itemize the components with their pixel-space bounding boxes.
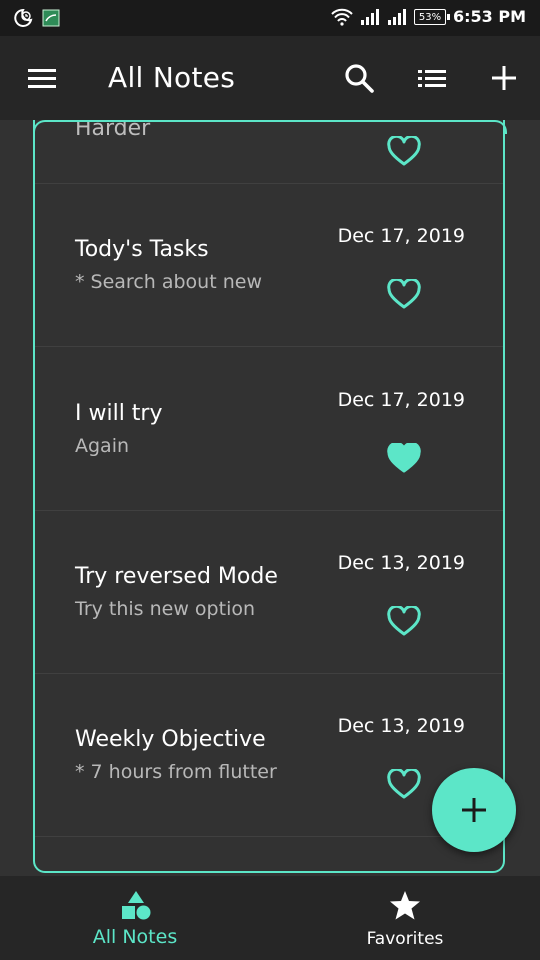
list-view-icon[interactable] [416, 62, 448, 94]
list-item[interactable]: Tody's Tasks * Search about new Dec 17, … [35, 183, 503, 347]
status-left-icons [12, 8, 60, 28]
nav-favorites[interactable]: Favorites [270, 876, 540, 960]
list-item[interactable]: Harder [35, 120, 503, 184]
shapes-icon [122, 891, 151, 920]
note-date: Dec 13, 2019 [337, 552, 465, 574]
battery-indicator: 53% [413, 8, 450, 25]
clock: 6:53 PM [452, 7, 526, 26]
list-item[interactable]: I will try Again Dec 17, 2019 [35, 347, 503, 511]
heart-filled-icon[interactable] [387, 443, 421, 475]
note-date: Dec 17, 2019 [337, 389, 465, 411]
nav-label-favorites: Favorites [366, 929, 444, 949]
note-subtitle: Try this new option [75, 598, 256, 620]
status-right-icons: 53% 6:53 PM [331, 7, 526, 26]
signal-icon [360, 8, 379, 25]
app-bar: All Notes [0, 36, 540, 120]
note-title: Weekly Objective [75, 727, 266, 752]
note-subtitle: Again [75, 435, 130, 457]
status-bar: 53% 6:53 PM [0, 0, 540, 36]
add-icon [462, 798, 486, 822]
nav-all-notes[interactable]: All Notes [0, 876, 270, 960]
star-icon [390, 891, 420, 920]
app-notification-icon [42, 9, 60, 27]
note-title: Harder [75, 120, 151, 141]
bottom-nav: All Notes Favorites [0, 876, 540, 960]
heart-outline-icon[interactable] [387, 769, 421, 801]
note-date: Dec 17, 2019 [337, 225, 465, 247]
list-item[interactable]: Try reversed Mode Try this new option De… [35, 510, 503, 674]
heart-outline-icon[interactable] [387, 136, 421, 168]
note-title: Try reversed Mode [75, 564, 278, 589]
heart-outline-icon[interactable] [387, 606, 421, 638]
page-title: All Notes [108, 61, 236, 94]
search-icon[interactable] [343, 62, 375, 94]
note-subtitle: * Search about new [75, 271, 262, 293]
note-title: I will try [75, 401, 163, 426]
note-date: Dec 13, 2019 [337, 715, 465, 737]
note-title: Tody's Tasks [75, 237, 209, 262]
add-note-fab[interactable] [432, 768, 516, 852]
moon-clock-icon [14, 8, 33, 27]
heart-outline-icon[interactable] [387, 279, 421, 311]
signal-icon-2 [387, 8, 406, 25]
menu-icon[interactable] [26, 62, 58, 94]
notes-card: Harder Tody's Tasks * Search about new D… [33, 120, 505, 873]
nav-label-all-notes: All Notes [92, 926, 178, 948]
wifi-icon [331, 8, 353, 26]
note-subtitle: * 7 hours from flutter [75, 761, 277, 783]
add-icon[interactable] [488, 62, 520, 94]
